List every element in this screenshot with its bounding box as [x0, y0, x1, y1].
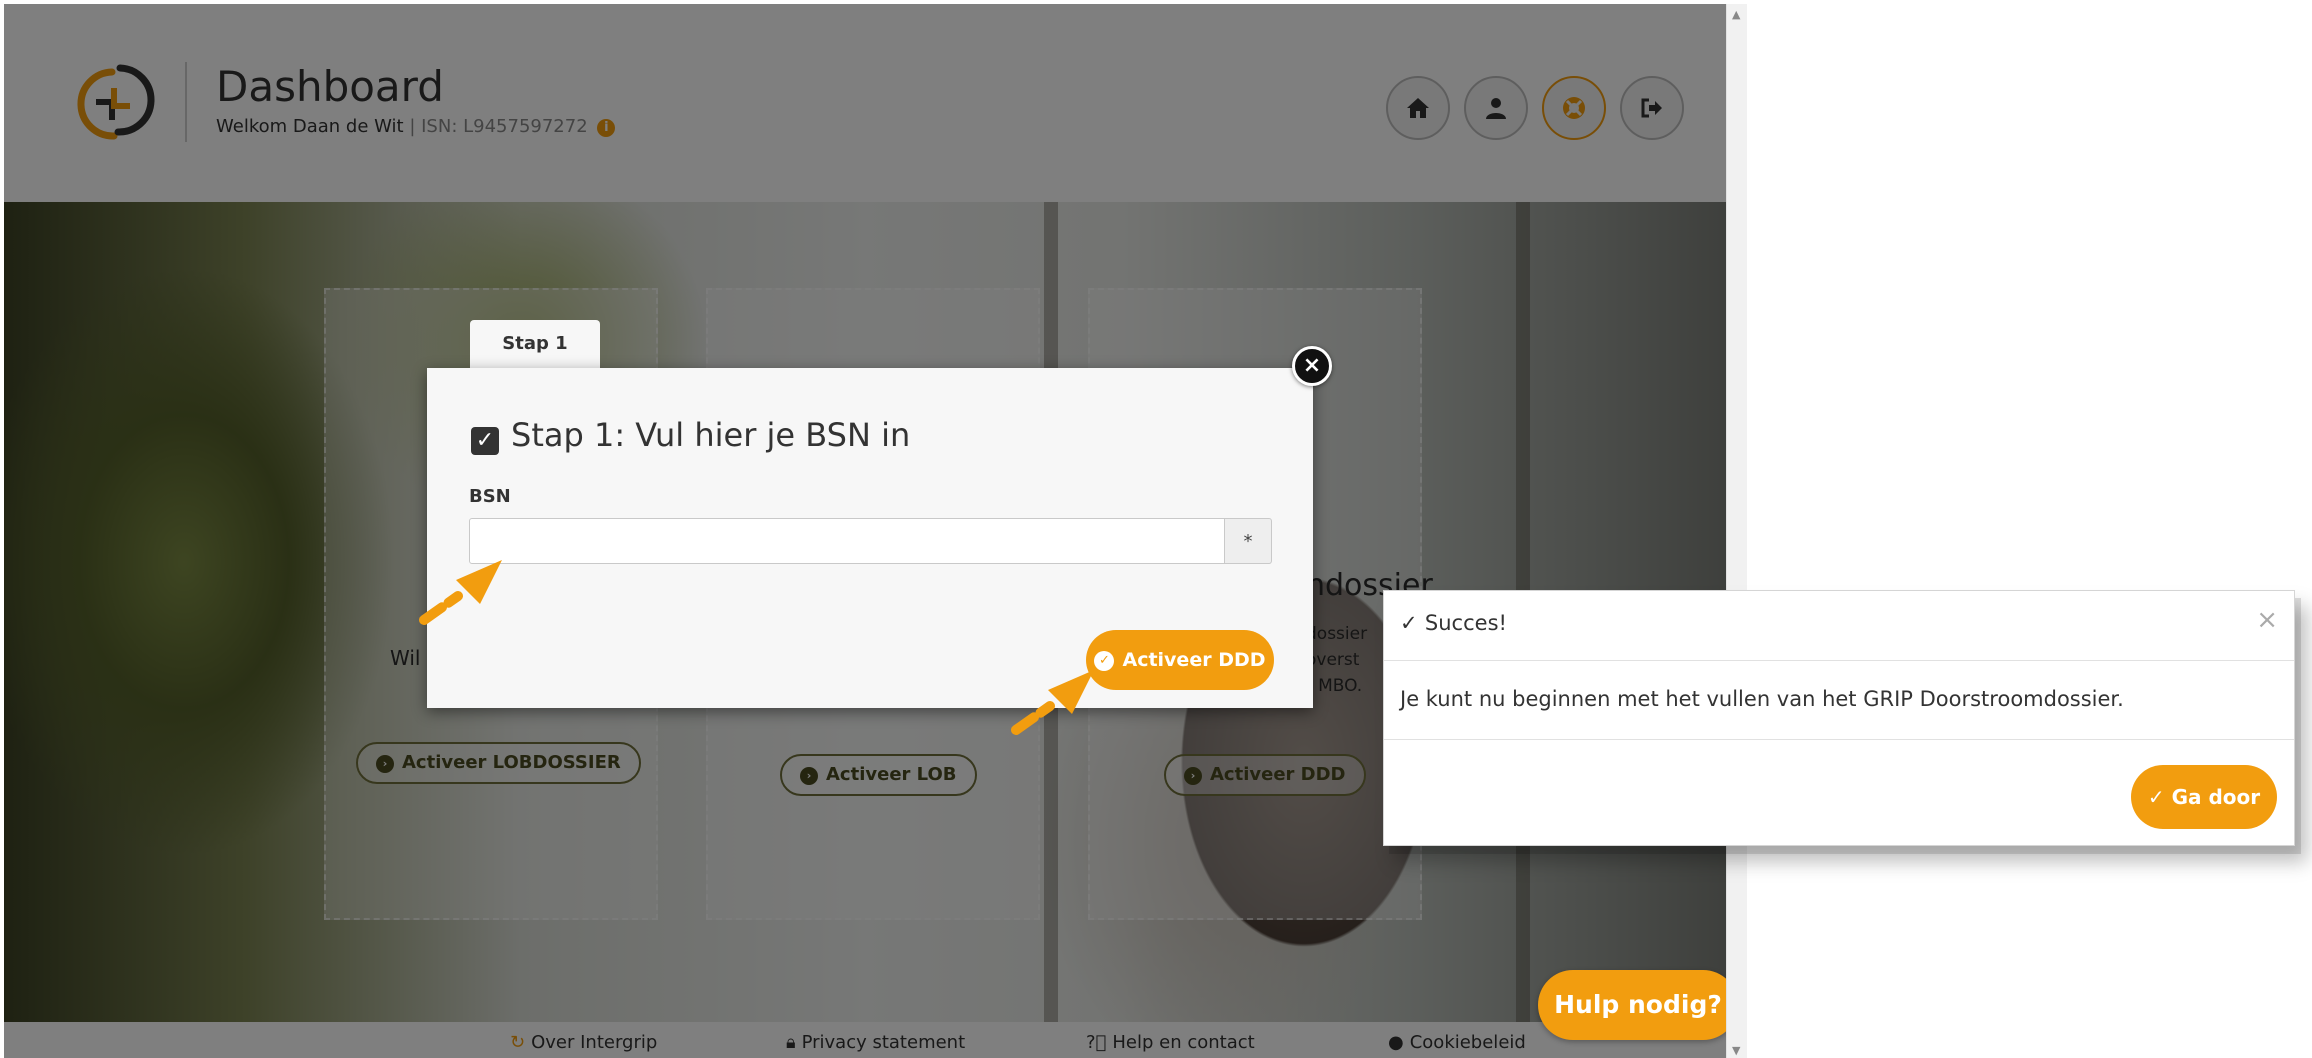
- bsn-input[interactable]: [469, 518, 1225, 564]
- modal-close-button[interactable]: ×: [1292, 346, 1332, 386]
- tab-step-1[interactable]: Stap 1: [470, 320, 600, 368]
- scroll-up-icon[interactable]: ▲: [1732, 9, 1740, 20]
- activate-ddd-label: Activeer DDD: [1122, 649, 1266, 671]
- bsn-label: BSN: [469, 486, 511, 507]
- success-close-button[interactable]: ×: [2256, 605, 2278, 635]
- success-message: Je kunt nu beginnen met het vullen van h…: [1400, 687, 2124, 711]
- modal-title: ✓ Stap 1: Vul hier je BSN in: [471, 416, 910, 455]
- modal-title-text: Stap 1: Vul hier je BSN in: [511, 416, 911, 454]
- activate-ddd-button[interactable]: ✓ Activeer DDD: [1086, 630, 1274, 690]
- success-popup-divider: [1384, 739, 2294, 741]
- success-popup-header: ✓ Succes! ×: [1384, 591, 2294, 661]
- success-title: ✓ Succes!: [1400, 611, 1507, 635]
- required-indicator: *: [1224, 518, 1272, 564]
- help-needed-button[interactable]: Hulp nodig?: [1538, 970, 1726, 1040]
- checkmark-icon: ✓: [1400, 611, 1425, 635]
- browser-viewport: Dashboard Welkom Daan de Wit | ISN: L945…: [4, 4, 1726, 1058]
- scroll-down-icon[interactable]: ▼: [1732, 1045, 1740, 1056]
- page-scrollbar[interactable]: ▲ ▼: [1726, 4, 1747, 1058]
- success-title-text: Succes!: [1424, 611, 1507, 635]
- checkmark-icon: ✓: [2147, 785, 2172, 809]
- continue-button[interactable]: ✓ Ga door: [2131, 765, 2277, 829]
- arrow-pointer-bsn-icon: [419, 560, 502, 625]
- check-square-icon: ✓: [471, 427, 499, 455]
- bsn-modal: ✓ Stap 1: Vul hier je BSN in BSN * ✓ Activ…: [427, 368, 1313, 708]
- continue-label: Ga door: [2171, 785, 2261, 809]
- arrow-pointer-activate-icon: [1011, 670, 1094, 735]
- success-popup: ✓ Succes! × Je kunt nu beginnen met het …: [1383, 590, 2295, 846]
